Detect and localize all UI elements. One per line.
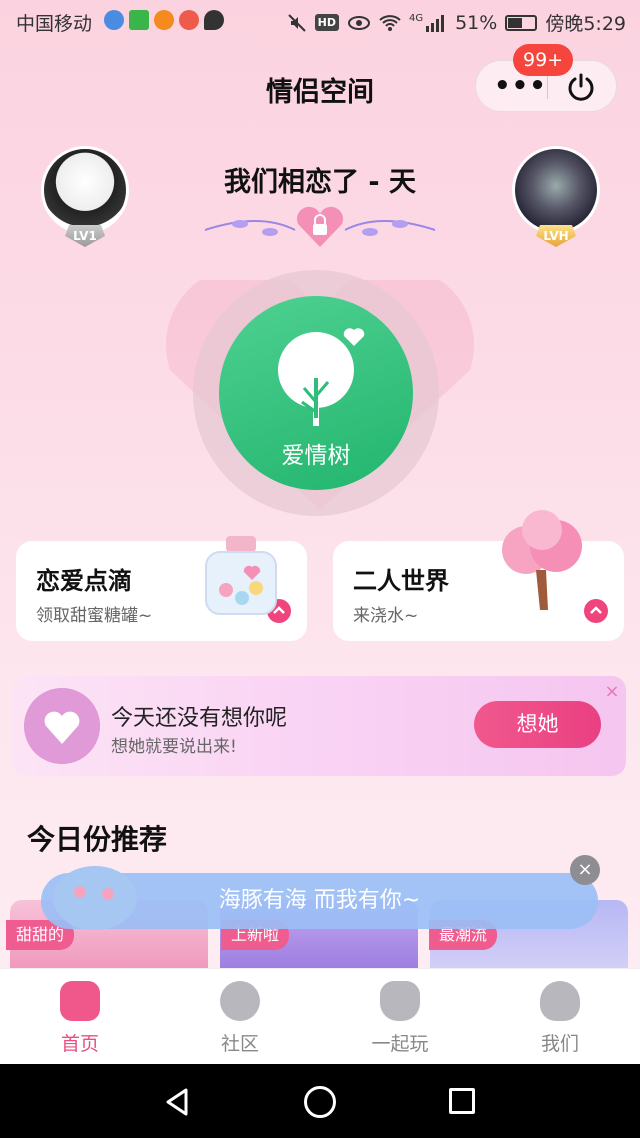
love-tree-label: 爱情树 (281, 443, 351, 469)
tab-us[interactable]: 我们 (480, 969, 640, 1065)
gamepad-icon (380, 981, 420, 1021)
wifi-icon (379, 14, 401, 31)
miss-her-button[interactable]: 想她 (474, 701, 601, 748)
tab-community[interactable]: 社区 (160, 969, 320, 1065)
hd-icon: HD (314, 14, 339, 31)
close-icon[interactable]: × (600, 680, 624, 704)
tab-bar: 首页 社区 一起玩 我们 (0, 968, 640, 1064)
battery-icon (505, 14, 538, 31)
card-subtitle: 领取甜蜜糖罐~ (36, 606, 153, 626)
clock: 傍晚5:29 (545, 13, 626, 35)
tab-home[interactable]: 首页 (0, 969, 160, 1065)
notification-icons (104, 10, 224, 30)
network-type: 4G (408, 13, 424, 24)
status-right: HD 4G 51% 傍晚5:29 (287, 9, 626, 36)
card-subtitle: 来浇水~ (353, 606, 419, 626)
tab-label: 我们 (540, 1033, 579, 1055)
chat-icon (204, 10, 224, 30)
back-icon[interactable] (162, 1086, 194, 1118)
tab-label: 社区 (220, 1033, 259, 1055)
chevron-up-icon (584, 599, 608, 623)
notification-badge: 99+ (513, 44, 574, 76)
close-icon[interactable]: × (570, 855, 600, 885)
course-app-icon (129, 10, 149, 30)
mute-icon (287, 13, 306, 32)
banner-title: 今天还没有想你呢 (111, 706, 288, 731)
tree-icon (278, 328, 365, 426)
app-icon (154, 10, 174, 30)
recent-apps-icon[interactable] (449, 1088, 475, 1114)
home-nav-icon[interactable] (304, 1086, 336, 1118)
couple-icon (540, 981, 580, 1021)
capsule-divider (547, 75, 548, 99)
tab-label: 首页 (60, 1033, 99, 1055)
candy-jar-icon (205, 536, 277, 615)
carrier-name: 中国移动 (16, 13, 93, 35)
card-title: 恋爱点滴 (36, 567, 132, 595)
status-bar: 中国移动 HD 4G 51% 傍晚5:29 (0, 0, 640, 44)
system-nav-bar (0, 1064, 640, 1138)
feather-icon (220, 981, 260, 1021)
level-badge-left: LV1 (65, 225, 105, 247)
tab-label: 一起玩 (371, 1033, 429, 1055)
power-icon[interactable] (566, 72, 596, 102)
vine-heart-lock-icon (204, 206, 436, 247)
card-title: 二人世界 (353, 567, 449, 595)
pink-tree-icon (502, 510, 582, 610)
banner-subtitle: 想她就要说出来! (111, 737, 237, 757)
app-icon (179, 10, 199, 30)
browser-icon (104, 10, 124, 30)
dolphin-icon (53, 866, 137, 930)
battery-percent: 51% (455, 11, 498, 34)
tab-play-together[interactable]: 一起玩 (320, 969, 480, 1065)
home-icon (60, 981, 100, 1021)
heart-logo-icon (24, 688, 100, 764)
signal-icon (426, 14, 445, 32)
love-days-title: 我们相恋了 - 天 (223, 167, 416, 198)
eye-icon (347, 15, 370, 30)
level-badge-right: LVH (536, 225, 576, 247)
